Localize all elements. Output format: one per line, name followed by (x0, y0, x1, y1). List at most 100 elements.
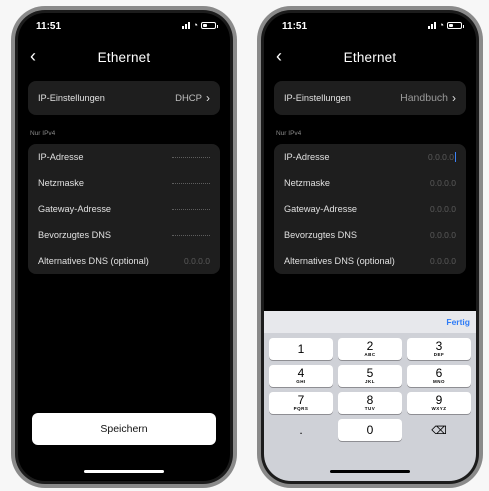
field-value: 0.0.0.0 (430, 178, 456, 188)
section-label: Nur IPv4 (276, 130, 302, 137)
field-row-preferred-dns[interactable]: Bevorzugtes DNS 0.0.0.0 (274, 222, 466, 248)
delete-key[interactable]: ⌫ (407, 419, 471, 441)
field-label: Netzmaske (38, 178, 84, 188)
field-value: 0.0.0.0 (184, 256, 210, 266)
field-row-preferred-dns[interactable]: Bevorzugtes DNS (28, 222, 220, 248)
nav-bar: ‹ Ethernet (264, 46, 476, 68)
ip-mode-value: DHCP (175, 92, 202, 104)
key-letters: ABC (364, 352, 376, 357)
home-indicator (84, 470, 164, 473)
backspace-icon: ⌫ (431, 424, 447, 437)
field-row-gateway[interactable]: Gateway-Adresse 0.0.0.0 (274, 196, 466, 222)
key-3[interactable]: 3 DEF (407, 338, 471, 360)
field-row-netmask[interactable]: Netzmaske 0.0.0.0 (274, 170, 466, 196)
numeric-keyboard: Fertig 1 2 ABC 3 DEF 4 GHI 5 JKL 6 MNO 7 PQRS … (264, 311, 476, 481)
nav-bar: ‹ Ethernet (18, 46, 230, 68)
notch (311, 13, 429, 35)
key-digit: 2 (366, 339, 374, 353)
field-label: Bevorzugtes DNS (38, 230, 112, 240)
phone-left: 11:51 ◔ ‹ Ethernet IP-Einstellungen DHCP… (11, 6, 237, 488)
wifi-icon: ◔ (438, 20, 444, 30)
back-chevron-icon[interactable]: ‹ (30, 46, 36, 66)
notch (65, 13, 183, 35)
field-row-gateway[interactable]: Gateway-Adresse (28, 196, 220, 222)
key-5[interactable]: 5 JKL (338, 365, 402, 387)
phone-bezel: 11:51 ◔ ‹ Ethernet IP-Einstellungen Hand… (261, 10, 479, 484)
chevron-right-icon: › (452, 91, 456, 105)
key-digit: 1 (297, 342, 305, 356)
home-indicator (330, 470, 410, 473)
ipv4-fields-card: IP-Adresse 0.0.0.0 Netzmaske 0.0.0.0 Gat… (274, 144, 466, 274)
field-row-ip-address[interactable]: IP-Adresse (28, 144, 220, 170)
chevron-right-icon: › (206, 91, 210, 105)
done-button[interactable]: Fertig (446, 317, 470, 327)
field-value: 0.0.0.0 (430, 230, 456, 240)
key-1[interactable]: 1 (269, 338, 333, 360)
field-label: Alternatives DNS (optional) (284, 256, 395, 266)
keypad: 1 2 ABC 3 DEF 4 GHI 5 JKL 6 MNO 7 PQRS 8 TUV 9W… (264, 333, 476, 441)
key-letters: PQRS (293, 406, 309, 411)
status-time: 11:51 (282, 21, 308, 32)
key-9[interactable]: 9 WXYZ (407, 392, 471, 414)
ip-settings-card[interactable]: IP-Einstellungen DHCP › (28, 81, 220, 115)
field-label: Gateway-Adresse (284, 204, 358, 214)
field-label: Netzmaske (284, 178, 330, 188)
key-digit: 3 (435, 339, 443, 353)
empty-field-placeholder (172, 156, 210, 158)
key-letters: JKL (364, 379, 375, 384)
key-digit: 8 (366, 393, 374, 407)
field-label: IP-Adresse (38, 152, 84, 162)
ip-settings-card[interactable]: IP-Einstellungen Handbuch › (274, 81, 466, 115)
cellular-signal-icon (181, 21, 190, 29)
key-digit: . (299, 423, 303, 437)
key-decimal-point[interactable]: . (269, 419, 333, 441)
field-label: Bevorzugtes DNS (284, 230, 358, 240)
key-letters: DEF (433, 352, 445, 357)
ip-settings-label: IP-Einstellungen (38, 93, 105, 103)
field-value: 0.0.0.0 (430, 256, 456, 266)
field-row-ip-address[interactable]: IP-Adresse 0.0.0.0 (274, 144, 466, 170)
phone-right: 11:51 ◔ ‹ Ethernet IP-Einstellungen Hand… (257, 6, 483, 488)
page-title: Ethernet (343, 49, 397, 65)
ip-address-input[interactable]: 0.0.0.0 (428, 152, 456, 163)
ip-settings-value: Handbuch › (400, 91, 456, 105)
field-row-alternate-dns[interactable]: Alternatives DNS (optional) 0.0.0.0 (28, 248, 220, 274)
key-6[interactable]: 6 MNO (407, 365, 471, 387)
field-row-netmask[interactable]: Netzmaske (28, 170, 220, 196)
ip-settings-row[interactable]: IP-Einstellungen DHCP › (28, 81, 220, 115)
key-0[interactable]: 0 (338, 419, 402, 441)
field-value: 0.0.0.0 (428, 151, 454, 162)
empty-field-placeholder (172, 208, 210, 210)
page-title: Ethernet (97, 49, 151, 65)
battery-icon (201, 21, 218, 29)
key-digit: 4 (297, 366, 305, 380)
cellular-signal-icon (427, 21, 436, 29)
key-7[interactable]: 7 PQRS (269, 392, 333, 414)
field-label: Alternatives DNS (optional) (38, 256, 149, 266)
battery-icon (447, 21, 464, 29)
wifi-icon: ◔ (192, 20, 198, 30)
key-digit: 7 (297, 393, 305, 407)
key-2[interactable]: 2 ABC (338, 338, 402, 360)
status-icons: ◔ (427, 20, 464, 30)
key-digit: 9 (435, 393, 443, 407)
key-8[interactable]: 8 TUV (338, 392, 402, 414)
empty-field-placeholder (172, 182, 210, 184)
field-row-alternate-dns[interactable]: Alternatives DNS (optional) 0.0.0.0 (274, 248, 466, 274)
ip-settings-value: DHCP › (175, 91, 210, 105)
screen-left: 11:51 ◔ ‹ Ethernet IP-Einstellungen DHCP… (18, 13, 230, 481)
status-icons: ◔ (181, 20, 218, 30)
empty-field-placeholder (172, 234, 210, 236)
ip-settings-row[interactable]: IP-Einstellungen Handbuch › (274, 81, 466, 115)
text-cursor (455, 152, 456, 163)
field-label: Gateway-Adresse (38, 204, 112, 214)
back-chevron-icon[interactable]: ‹ (276, 46, 282, 66)
save-button[interactable]: Speichern (32, 413, 216, 445)
key-digit: 0 (366, 423, 374, 437)
key-letters: MNO (433, 379, 445, 384)
ip-mode-value: Handbuch (400, 92, 448, 104)
key-4[interactable]: 4 GHI (269, 365, 333, 387)
section-label: Nur IPv4 (30, 130, 56, 137)
key-digit: 5 (366, 366, 374, 380)
screen-right: 11:51 ◔ ‹ Ethernet IP-Einstellungen Hand… (264, 13, 476, 481)
